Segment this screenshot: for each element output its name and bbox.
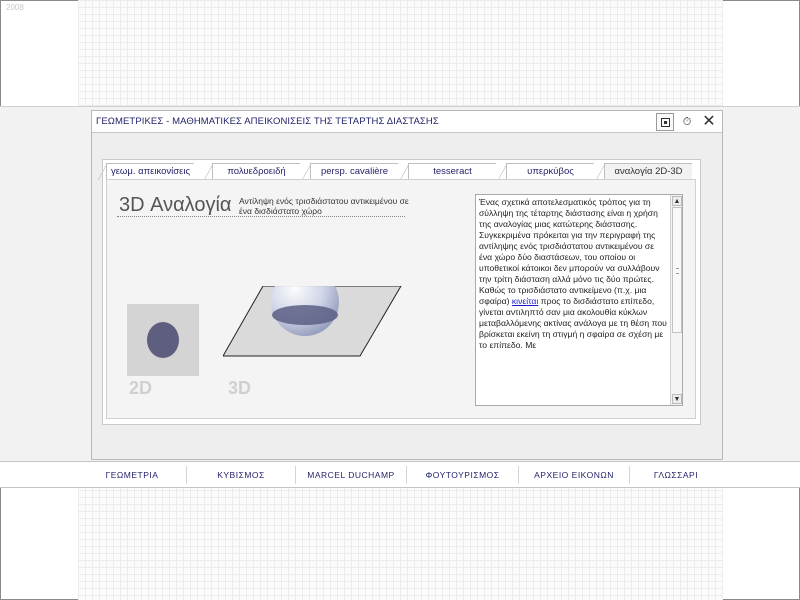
page-subtitle: Αντίληψη ενός τρισδιάστατου αντικειμένου… bbox=[239, 196, 409, 216]
tab-geometric-representations[interactable]: γεωμ. απεικονίσεις bbox=[98, 163, 194, 180]
description-textbox[interactable]: Ένας σχετικά αποτελεσματικός τρόπος για … bbox=[475, 194, 683, 406]
fullscreen-icon bbox=[660, 117, 670, 127]
tab-analogy-2d-3d[interactable]: αναλογία 2D-3D bbox=[596, 163, 692, 180]
tab-bar: γεωμ. απεικονίσεις πολυεδροειδή persp. c… bbox=[98, 163, 702, 180]
text-scrollbar[interactable]: ▲ ▼ bbox=[670, 195, 682, 405]
grip-icon bbox=[676, 268, 679, 274]
nav-geometry[interactable]: ΓΕΩΜΕΤΡΙΑ bbox=[78, 466, 186, 484]
label-3d: 3D bbox=[228, 378, 252, 398]
tab-cavaliere[interactable]: persp. cavalière bbox=[302, 163, 398, 180]
fullscreen-button[interactable] bbox=[656, 113, 674, 131]
corner-label: 2008 bbox=[6, 3, 24, 12]
nav-image-archive[interactable]: ΑΡΧΕΙΟ ΕΙΚΟΝΩΝ bbox=[519, 466, 629, 484]
content-area: 3D Αναλογία Αντίληψη ενός τρισδιάστατου … bbox=[106, 179, 696, 419]
nav-marcel-duchamp[interactable]: MARCEL DUCHAMP bbox=[296, 466, 406, 484]
circle-cross-section bbox=[147, 322, 179, 358]
tab-label: persp. cavalière bbox=[320, 166, 389, 177]
main-window: ΓΕΩΜΕΤΡΙΚΕΣ - ΜΑΘΗΜΑΤΙΚΕΣ ΑΠΕΙΚΟΝΙΣΕΙΣ Τ… bbox=[91, 110, 723, 460]
tab-label: αναλογία 2D-3D bbox=[614, 166, 683, 177]
tab-hypercube[interactable]: υπερκύβος bbox=[498, 163, 594, 180]
main-navigation: ΓΕΩΜΕΤΡΙΑ ΚΥΒΙΣΜΟΣ MARCEL DUCHAMP ΦΟΥΤΟΥ… bbox=[78, 466, 723, 484]
scroll-down-arrow-icon[interactable]: ▼ bbox=[672, 394, 682, 404]
sphere-plane-illustration[interactable] bbox=[223, 286, 403, 366]
window-title: ΓΕΩΜΕΤΡΙΚΕΣ - ΜΑΘΗΜΑΤΙΚΕΣ ΑΠΕΙΚΟΝΙΣΕΙΣ Τ… bbox=[96, 116, 439, 127]
page-heading: 3D Αναλογία bbox=[119, 194, 232, 216]
timer-button[interactable]: ⏱ bbox=[678, 113, 696, 131]
description-text: Ένας σχετικά αποτελεσματικός τρόπος για … bbox=[479, 197, 669, 403]
tab-label: γεωμ. απεικονίσεις bbox=[110, 166, 191, 177]
nav-glossary[interactable]: ΓΛΩΣΣΑΡΙ bbox=[630, 466, 722, 484]
moves-link[interactable]: κινείται bbox=[512, 296, 538, 306]
scroll-up-arrow-icon[interactable]: ▲ bbox=[672, 196, 682, 206]
label-2d: 2D bbox=[129, 378, 153, 398]
description-text-part: Ένας σχετικά αποτελεσματικός τρόπος για … bbox=[479, 197, 660, 306]
nav-futurism[interactable]: ΦΟΥΤΟΥΡΙΣΜΟΣ bbox=[407, 466, 518, 484]
tab-label: πολυεδροειδή bbox=[227, 166, 286, 177]
title-bar: ΓΕΩΜΕΤΡΙΚΕΣ - ΜΑΘΗΜΑΤΙΚΕΣ ΑΠΕΙΚΟΝΙΣΕΙΣ Τ… bbox=[92, 111, 722, 133]
sphere-intersection bbox=[272, 305, 338, 325]
tab-tesseract[interactable]: tesseract bbox=[400, 163, 496, 180]
tab-label: tesseract bbox=[433, 166, 472, 177]
tab-polyhedroids[interactable]: πολυεδροειδή bbox=[204, 163, 300, 180]
plane-2d-view bbox=[127, 304, 199, 376]
nav-cubism[interactable]: ΚΥΒΙΣΜΟΣ bbox=[187, 466, 295, 484]
scroll-thumb[interactable] bbox=[672, 207, 682, 333]
close-icon: ✕ bbox=[702, 113, 716, 130]
stopwatch-icon: ⏱ bbox=[682, 115, 692, 128]
tab-label: υπερκύβος bbox=[527, 166, 574, 177]
dotted-divider bbox=[117, 216, 405, 217]
close-button[interactable]: ✕ bbox=[700, 113, 718, 131]
